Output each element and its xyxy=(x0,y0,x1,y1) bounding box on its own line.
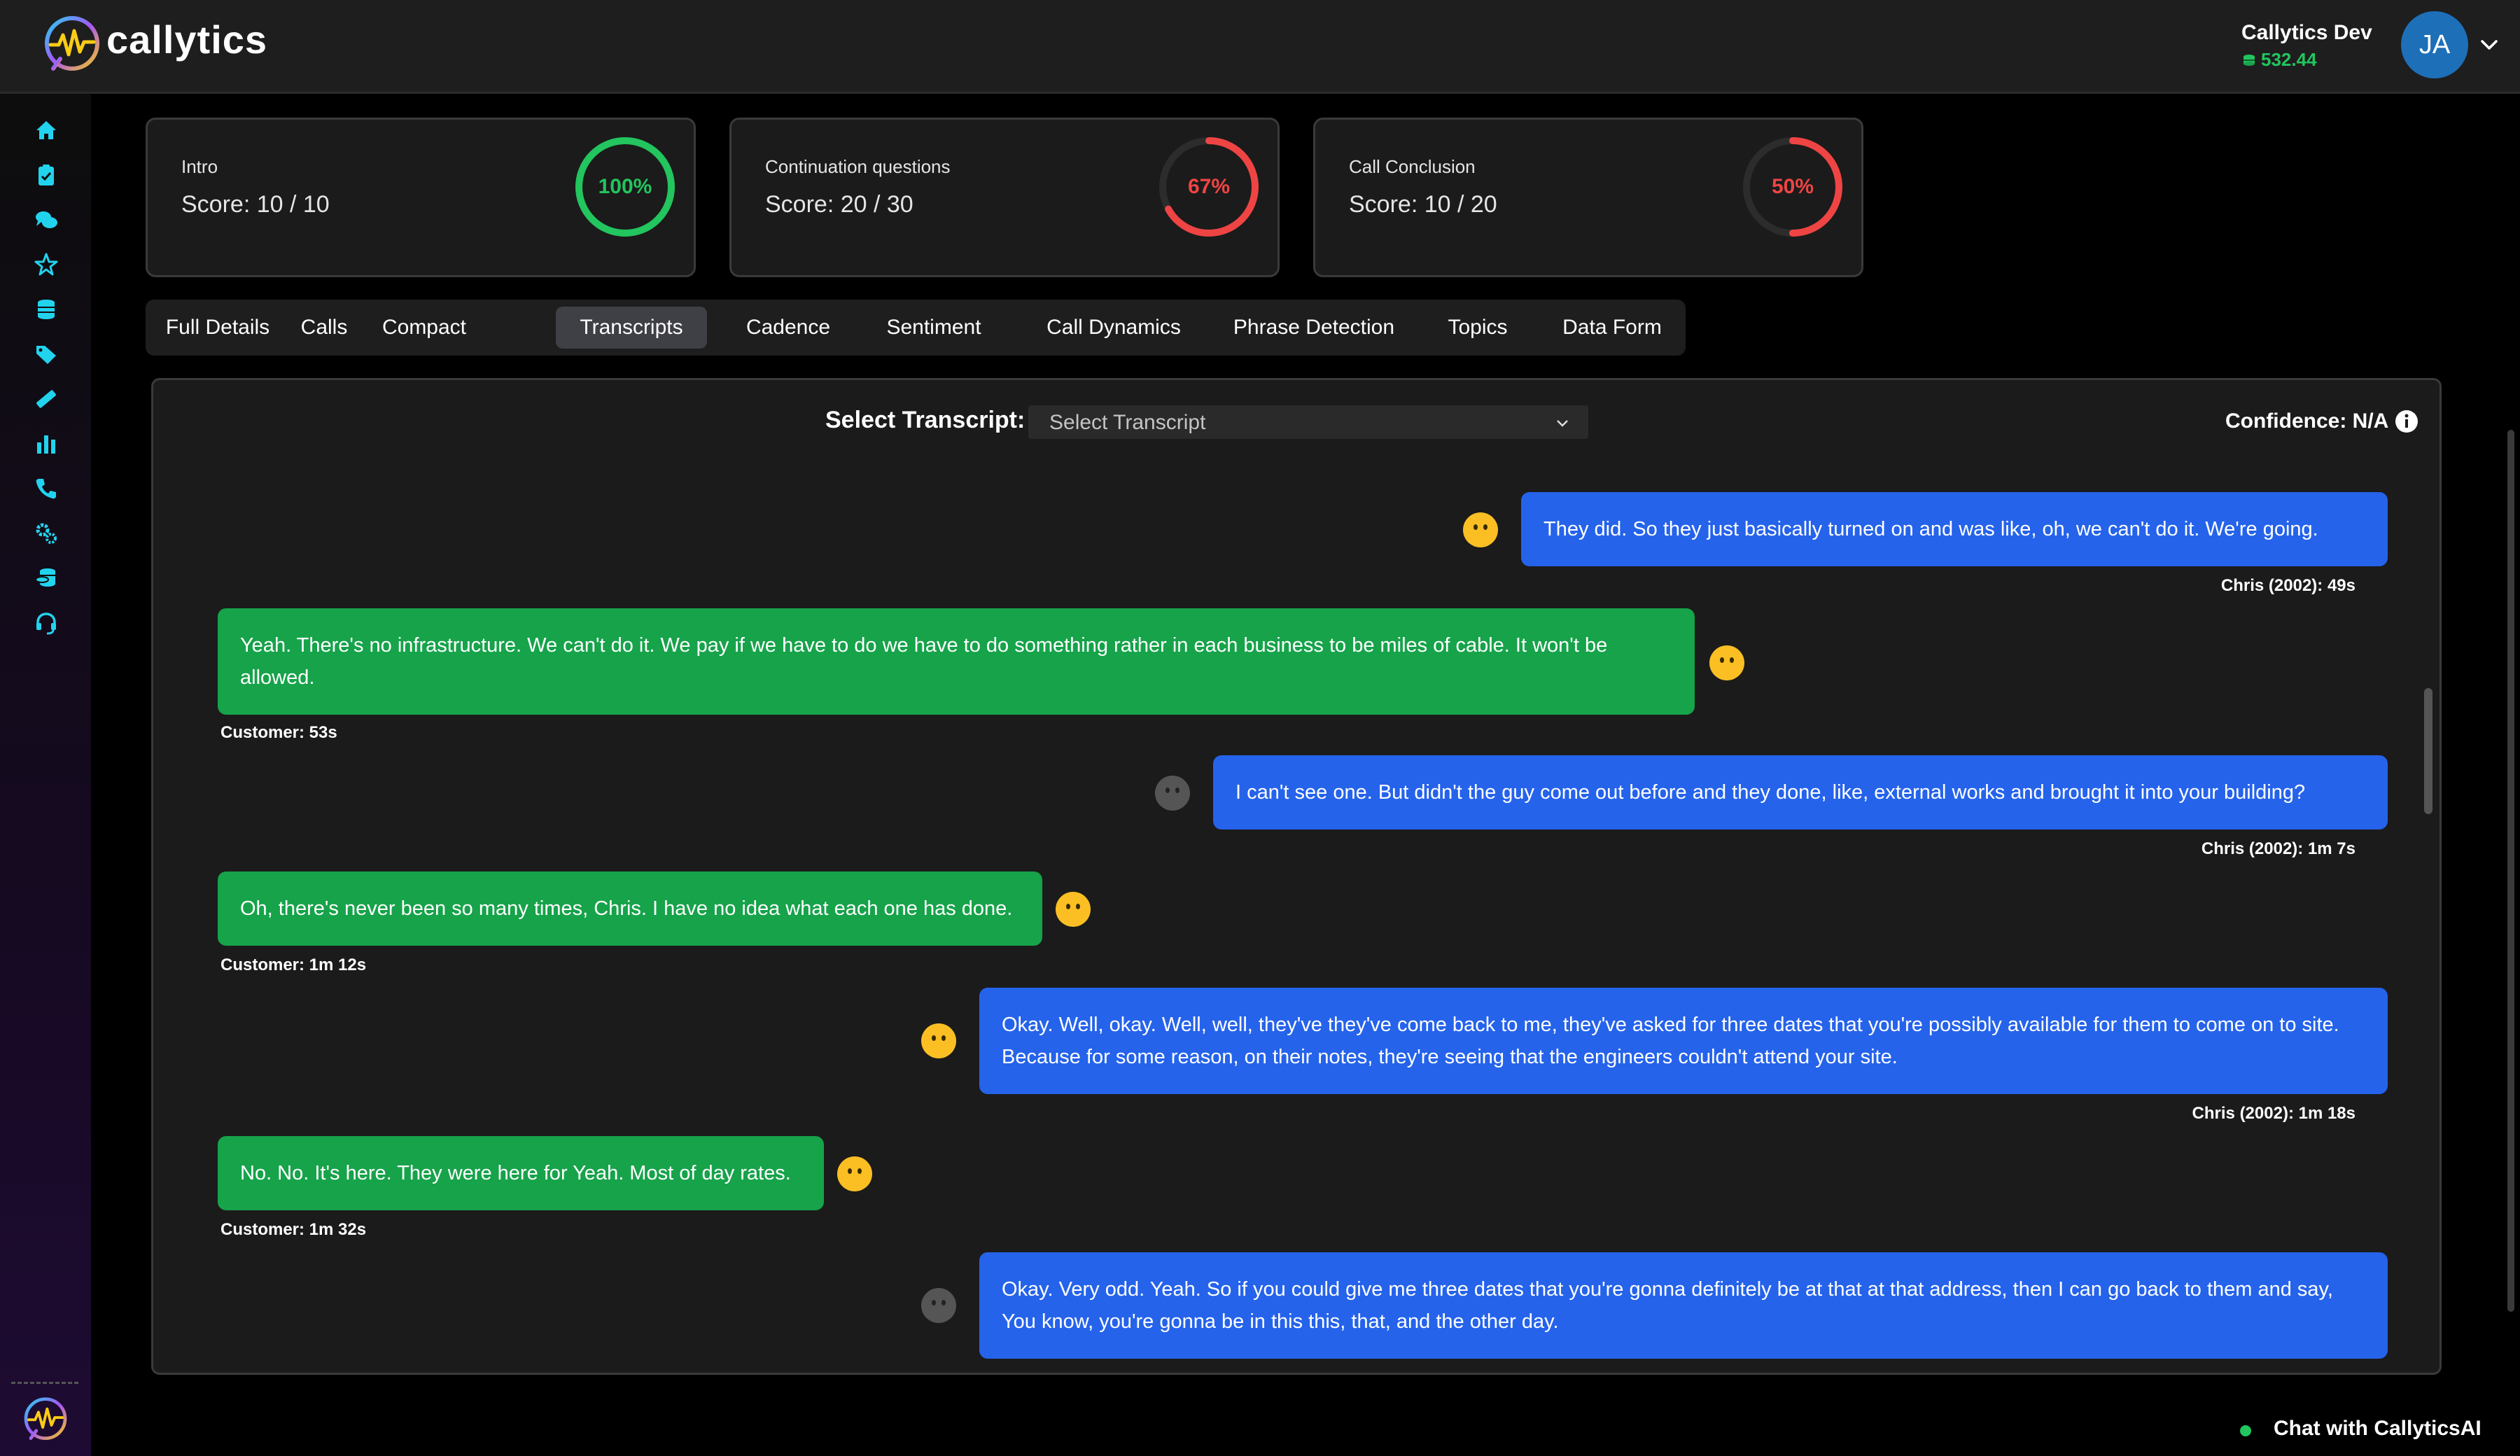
transcript-message-agent: They did. So they just basically turned … xyxy=(1521,492,2388,566)
callytics-logo-icon[interactable] xyxy=(21,1396,70,1445)
tab-sentiment[interactable]: Sentiment xyxy=(871,307,997,349)
user-name: Callytics Dev xyxy=(2241,21,2372,44)
neutral-face-icon xyxy=(921,1023,956,1058)
tab-bar: Full Details Calls Compact Transcripts C… xyxy=(146,300,1686,356)
message-meta: Customer: 1m 12s xyxy=(220,955,367,974)
top-bar: callytics Callytics Dev 532.44 JA xyxy=(0,0,2520,94)
neutral-face-icon xyxy=(837,1156,872,1191)
coins-icon xyxy=(2244,55,2255,66)
avatar[interactable]: JA xyxy=(2401,11,2468,78)
progress-percent: 100% xyxy=(598,175,652,198)
message-meta: Customer: 53s xyxy=(220,723,337,742)
select-transcript-dropdown[interactable]: Select Transcript xyxy=(1028,405,1588,439)
clipboard-check-icon[interactable] xyxy=(34,162,59,188)
credit-balance: 532.44 xyxy=(2241,49,2317,71)
confidence-label: Confidence: N/A xyxy=(2225,410,2389,433)
chevron-down-icon xyxy=(1557,420,1568,427)
tab-phrase-detection[interactable]: Phrase Detection xyxy=(1215,307,1413,349)
neutral-face-icon xyxy=(1709,645,1744,680)
transcript-message-agent: I can't see one. But didn't the guy come… xyxy=(1213,755,2388,830)
neutral-face-icon xyxy=(1463,512,1498,547)
transcript-panel: Select Transcript: Select Transcript Con… xyxy=(151,378,2442,1375)
online-status-dot xyxy=(2240,1425,2251,1436)
transcript-message-customer: Yeah. There's no infrastructure. We can'… xyxy=(218,608,1695,715)
tab-topics[interactable]: Topics xyxy=(1432,307,1523,349)
message-meta: Chris (2002): 49s xyxy=(2220,576,2356,595)
score-card-title: Call Conclusion xyxy=(1349,156,1476,177)
transcript-message-customer: No. No. It's here. They were here for Ye… xyxy=(218,1136,824,1210)
transcript-message-customer: Oh, there's never been so many times, Ch… xyxy=(218,872,1042,946)
ruler-icon[interactable] xyxy=(34,386,59,412)
database-icon[interactable] xyxy=(34,297,59,322)
score-card-continuation: Continuation questions Score: 20 / 30 67… xyxy=(729,118,1280,277)
chat-with-ai-button[interactable]: Chat with CallyticsAI xyxy=(2274,1417,2482,1441)
sidebar-divider xyxy=(11,1382,78,1384)
credit-amount: 532.44 xyxy=(2261,49,2317,70)
message-meta: Chris (2002): 1m 7s xyxy=(2201,839,2356,858)
neutral-face-icon xyxy=(1056,892,1091,927)
select-transcript-label: Select Transcript: xyxy=(825,407,1026,433)
progress-percent: 67% xyxy=(1187,175,1231,198)
transcript-scrollbar[interactable] xyxy=(2424,688,2432,814)
score-card-title: Intro xyxy=(181,156,218,177)
star-icon[interactable] xyxy=(34,252,59,277)
brand-name: callytics xyxy=(106,18,268,62)
unknown-sentiment-icon xyxy=(921,1288,956,1323)
home-icon[interactable] xyxy=(34,118,59,143)
message-meta: Customer: 1m 32s xyxy=(220,1220,367,1239)
tab-call-dynamics[interactable]: Call Dynamics xyxy=(1019,307,1208,349)
callytics-logo-icon[interactable] xyxy=(41,14,104,77)
tab-cadence[interactable]: Cadence xyxy=(729,307,847,349)
tab-transcripts[interactable]: Transcripts xyxy=(556,307,707,349)
coins-stack-icon[interactable] xyxy=(34,566,59,591)
unknown-sentiment-icon xyxy=(1155,776,1190,811)
tab-data-form[interactable]: Data Form xyxy=(1546,307,1679,349)
info-icon[interactable] xyxy=(2395,410,2418,433)
tab-compact[interactable]: Compact xyxy=(368,307,480,349)
chat-bubbles-icon[interactable] xyxy=(34,207,59,232)
sidebar xyxy=(0,94,91,1456)
transcript-message-agent: Okay. Well, okay. Well, well, they've th… xyxy=(979,988,2388,1094)
select-transcript-placeholder: Select Transcript xyxy=(1049,411,1206,434)
score-card-title: Continuation questions xyxy=(765,156,951,177)
transcript-message-agent: Okay. Very odd. Yeah. So if you could gi… xyxy=(979,1252,2388,1359)
tab-calls[interactable]: Calls xyxy=(286,307,363,349)
score-card-score: Score: 20 / 30 xyxy=(765,191,913,218)
progress-percent: 50% xyxy=(1771,175,1814,198)
phone-icon[interactable] xyxy=(34,476,59,501)
bar-chart-icon[interactable] xyxy=(34,431,59,456)
message-meta: Chris (2002): 1m 18s xyxy=(2192,1104,2356,1123)
score-card-intro: Intro Score: 10 / 10 100% xyxy=(146,118,696,277)
score-card-conclusion: Call Conclusion Score: 10 / 20 50% xyxy=(1313,118,1863,277)
score-card-score: Score: 10 / 10 xyxy=(181,191,330,218)
chevron-down-icon[interactable] xyxy=(2478,34,2500,56)
tags-icon[interactable] xyxy=(34,342,59,367)
headset-icon[interactable] xyxy=(34,610,59,636)
score-card-score: Score: 10 / 20 xyxy=(1349,191,1497,218)
gears-icon[interactable] xyxy=(34,521,59,546)
page-scrollbar[interactable] xyxy=(2507,430,2514,1312)
tab-full-details[interactable]: Full Details xyxy=(160,307,276,349)
